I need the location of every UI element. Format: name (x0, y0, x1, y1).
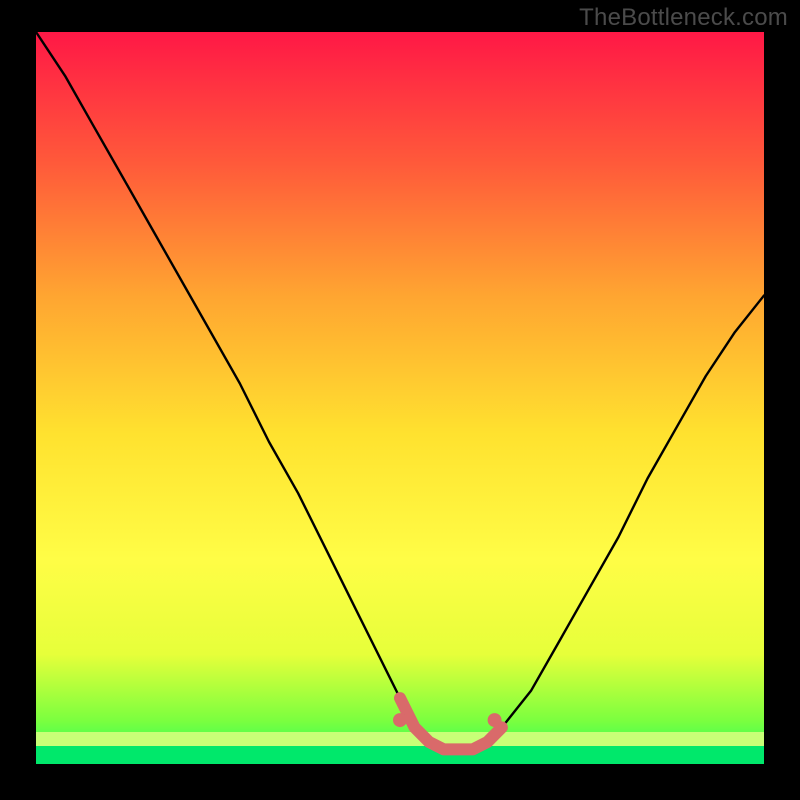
gradient-background (36, 32, 764, 764)
plot-area (36, 32, 764, 764)
chart-frame: TheBottleneck.com (0, 0, 800, 800)
flat-region-endpoint (393, 713, 407, 727)
chart-svg (36, 32, 764, 764)
watermark-text: TheBottleneck.com (579, 4, 788, 32)
bottom-band-green (36, 746, 764, 764)
flat-region-endpoint (488, 713, 502, 727)
bottom-band-light (36, 732, 764, 746)
